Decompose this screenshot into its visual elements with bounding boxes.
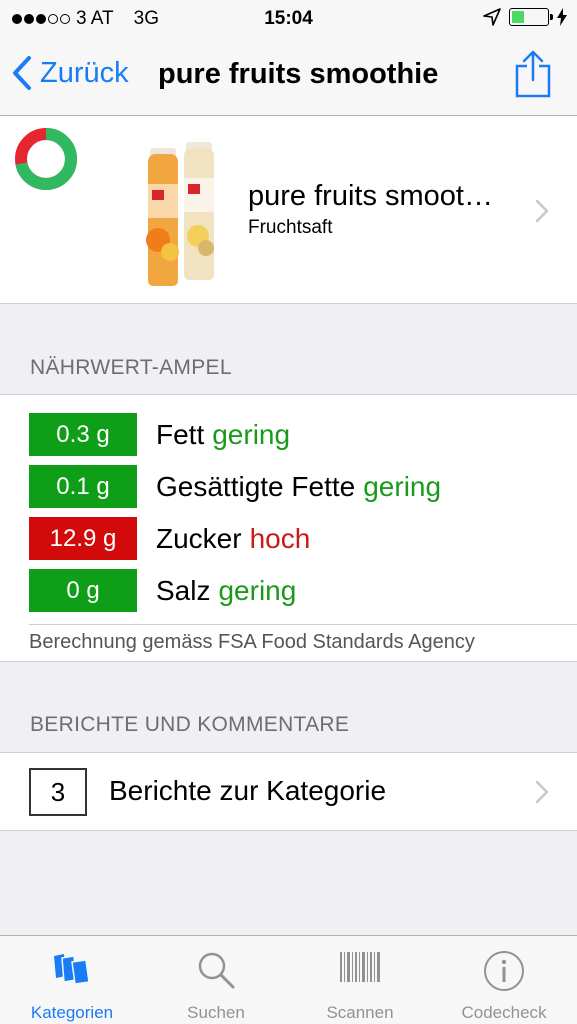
nutrition-value-badge: 12.9 g: [29, 517, 137, 560]
tab-label: Codecheck: [461, 1003, 547, 1022]
battery-fill: [512, 11, 524, 23]
chevron-left-icon: [13, 56, 31, 90]
charging-bolt-icon: [557, 8, 567, 26]
reports-row[interactable]: 3 Berichte zur Kategorie: [0, 752, 577, 831]
search-icon: [198, 952, 235, 989]
tab-label: Suchen: [187, 1003, 245, 1022]
nutrition-row-saturated-fat: 0.1 g Gesättigte Fette gering: [29, 465, 441, 508]
nutrition-level: gering: [363, 470, 442, 502]
product-category: Fruchtsaft: [248, 217, 333, 238]
nutrition-level: hoch: [249, 522, 311, 554]
tab-kategorien[interactable]: Kategorien: [0, 936, 144, 1024]
nutrition-row-sugar: 12.9 g Zucker hoch: [29, 517, 310, 560]
nutrition-label: Salz: [156, 574, 211, 606]
nutrition-value-badge: 0 g: [29, 569, 137, 612]
page-title: pure fruits smoothie: [158, 58, 439, 90]
nutrition-label: Zucker: [156, 522, 242, 554]
location-arrow-icon: [483, 8, 501, 26]
back-button[interactable]: Zurück: [12, 56, 129, 90]
nutrition-label: Gesättigte Fette: [156, 470, 356, 502]
tab-suchen[interactable]: Suchen: [144, 936, 288, 1024]
nutrition-value-badge: 0.1 g: [29, 465, 137, 508]
info-icon: [484, 951, 524, 991]
reports-count-badge: 3: [29, 768, 87, 816]
nutrition-row-salt: 0 g Salz gering: [29, 569, 296, 612]
tab-bar: Kategorien Suchen Scannen Codecheck: [0, 935, 577, 1024]
nutrition-value-badge: 0.3 g: [29, 413, 137, 456]
nutrition-footnote: Berechnung gemäss FSA Food Standards Age…: [29, 631, 475, 653]
reports-section-header: BERICHTE UND KOMMENTARE: [30, 713, 350, 736]
nutrition-section-header: NÄHRWERT-AMPEL: [30, 356, 232, 379]
share-icon: [515, 50, 551, 98]
tab-label: Kategorien: [30, 1003, 114, 1022]
chevron-right-icon: [535, 780, 549, 804]
rating-donut-icon: [15, 128, 77, 190]
product-name: pure fruits smoot…: [248, 180, 493, 212]
chevron-right-icon: [535, 199, 549, 223]
barcode-icon: [340, 952, 380, 982]
product-card[interactable]: pure fruits smoot… Fruchtsaft: [0, 116, 577, 304]
categories-icon: [54, 954, 90, 985]
navigation-bar: Zurück pure fruits smoothie: [0, 38, 577, 116]
back-button-label: Zurück: [40, 56, 129, 89]
nutrition-panel: 0.3 g Fett gering 0.1 g Gesättigte Fette…: [0, 394, 577, 662]
divider: [29, 624, 577, 625]
product-image: [146, 142, 214, 286]
tab-scannen[interactable]: Scannen: [288, 936, 432, 1024]
nutrition-level: gering: [218, 574, 297, 606]
tab-codecheck[interactable]: Codecheck: [432, 936, 576, 1024]
nutrition-label: Fett: [156, 418, 205, 450]
status-bar: 3 AT 3G 15:04: [0, 0, 577, 38]
tab-label: Scannen: [326, 1003, 394, 1022]
nutrition-level: gering: [212, 418, 291, 450]
nutrition-row-fat: 0.3 g Fett gering: [29, 413, 290, 456]
reports-label: Berichte zur Kategorie: [109, 775, 387, 806]
share-button[interactable]: [515, 50, 551, 103]
status-right: [483, 8, 567, 26]
battery-icon: [509, 8, 553, 26]
